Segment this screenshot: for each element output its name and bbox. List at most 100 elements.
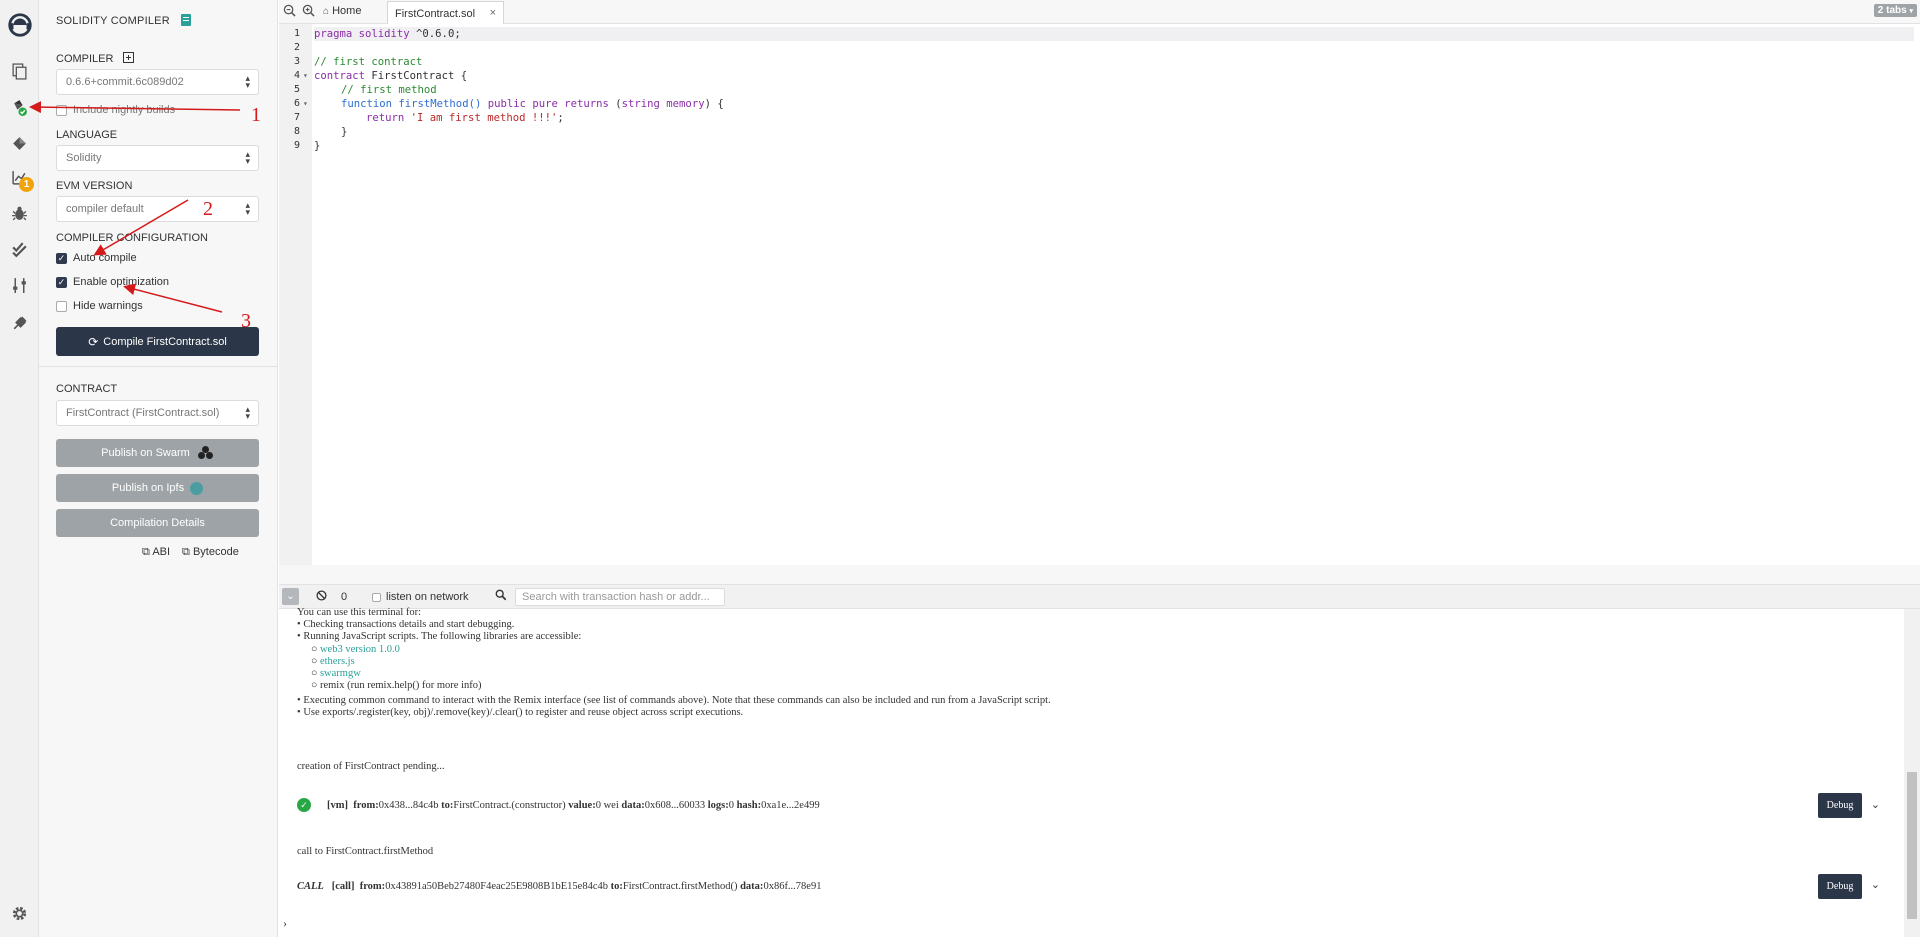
auto-compile-checkbox[interactable]: ✓ [56,252,67,264]
plugin-icon[interactable] [0,308,39,338]
lib-link-ethers[interactable]: ethers.js [320,656,355,667]
evm-version-label: EVM VERSION [56,180,133,192]
terminal-prompt[interactable]: › [283,916,287,931]
evm-version-value: compiler default [66,203,144,215]
chevron-down-icon[interactable]: ⌄ [1871,798,1880,811]
close-icon[interactable]: × [490,7,496,19]
home-tab[interactable]: ⌂ Home [323,5,361,17]
language-select[interactable]: Solidity ▴ ▾ [56,145,259,171]
line-number: 1 [279,27,312,41]
search-icon [495,589,507,604]
tx-field-label: logs: [707,800,729,811]
debugger-icon[interactable] [0,198,39,228]
nightly-checkbox[interactable] [56,104,67,116]
success-check-icon: ✓ [297,798,311,812]
contract-label: CONTRACT [56,383,118,395]
publish-ipfs-button[interactable]: Publish on Ipfs [56,474,259,502]
chevron-down-icon[interactable]: ⌄ [1871,878,1880,891]
file-tab-firstcontract[interactable]: FirstContract.sol × [387,1,504,24]
terminal-lib-item: ○ remix (run remix.help() for more info) [311,680,482,691]
tx-search-input[interactable]: Search with transaction hash or addr... [515,588,725,606]
deploy-run-icon[interactable] [0,128,39,158]
nightly-builds-option[interactable]: Include nightly builds [56,104,175,116]
collapse-terminal-icon[interactable]: ⌄ [282,588,299,605]
pending-message: creation of FirstContract pending... [297,761,445,772]
copy-bytecode-link[interactable]: ⧉ Bytecode [182,546,239,559]
debug-button[interactable]: Debug [1818,874,1862,899]
auto-compile-option[interactable]: ✓ Auto compile [56,252,137,264]
publish-swarm-button[interactable]: Publish on Swarm [56,439,259,467]
listen-network-option[interactable]: listen on network [372,591,469,603]
select-arrows-icon: ▴ ▾ [245,149,250,166]
language-value: Solidity [66,152,102,164]
compiler-config-label: COMPILER CONFIGURATION [56,232,208,244]
add-compiler-icon[interactable] [122,52,134,63]
tx-value: 0 wei [595,800,619,811]
code-comment: // first contract [314,56,423,68]
file-explorer-icon[interactable] [0,56,39,86]
code-text: ) { [704,98,724,110]
settings-sliders-icon[interactable] [0,270,39,300]
tx-to: FirstContract.(constructor) [453,800,566,811]
line-number-text: 5 [294,84,301,95]
optimization-label: Enable optimization [73,276,170,288]
code-text: ( [608,98,622,110]
code-line: } [314,139,320,153]
compiler-version-value: 0.6.6+commit.6c089d02 [66,76,184,88]
optimization-checkbox[interactable]: ✓ [56,276,67,288]
code-text: ^0.6.0; [409,28,461,40]
scrollbar-thumb[interactable] [1907,772,1917,919]
tx-log-row[interactable]: ✓ [vm] from:0x438...84c4b to:FirstContra… [279,793,1904,825]
lib-link-web3[interactable]: web3 version 1.0.0 [320,644,400,655]
auto-compile-label: Auto compile [73,252,137,264]
copy-abi-link[interactable]: ⧉ ABI [142,546,170,559]
line-number-text: 4 [294,70,301,81]
lib-link-swarmgw[interactable]: swarmgw [320,668,361,679]
terminal-scrollbar[interactable] [1904,609,1920,937]
settings-gear-icon[interactable] [0,898,39,928]
enable-optimization-option[interactable]: ✓ Enable optimization [56,276,169,288]
caret-down-icon: ▾ [1909,8,1913,15]
code-editor[interactable]: pragma solidity ^0.6.0; // first contrac… [314,24,1914,565]
remix-logo-icon[interactable] [0,6,39,44]
tx-data: 0x86f...78e91 [763,881,822,892]
doc-icon[interactable] [181,14,192,26]
debug-button[interactable]: Debug [1818,793,1862,818]
contract-select[interactable]: FirstContract (FirstContract.sol) ▴ ▾ [56,400,259,426]
zoom-in-icon[interactable] [302,4,316,18]
compilation-details-button[interactable]: Compilation Details [56,509,259,537]
terminal-bullet: • Use exports/.register(key, obj)/.remov… [297,707,744,718]
hide-warnings-option[interactable]: Hide warnings [56,300,143,312]
tx-field-label: value: [568,800,596,811]
fold-icon[interactable]: ▾ [303,97,308,111]
call-tag: CALL [297,881,324,892]
compiler-version-select[interactable]: 0.6.6+commit.6c089d02 ▴ ▾ [56,69,259,95]
listen-network-checkbox[interactable] [372,592,381,602]
terminal-bullet-text: Executing common command to interact wit… [303,695,1051,706]
hide-warnings-checkbox[interactable] [56,300,67,312]
tabs-count-badge[interactable]: 2 tabs ▾ [1873,4,1917,17]
ipfs-icon [190,481,204,495]
copy-icon: ⧉ [142,546,150,558]
icon-rail: 1 [0,0,39,937]
tx-data: 0x608...60033 [644,800,706,811]
solidity-compiler-icon[interactable] [0,92,39,122]
compiler-label: COMPILER [56,52,134,65]
code-type: string memory [621,98,705,110]
file-tab-label: FirstContract.sol [395,8,476,20]
testing-icon[interactable] [0,234,39,264]
code-text: FirstContract { [365,70,468,82]
terminal-bullet-text: Checking transactions details and start … [303,619,515,630]
line-number-text: 7 [294,112,301,123]
clear-console-icon[interactable] [316,590,327,604]
code-text: } [341,126,348,138]
evm-version-select[interactable]: compiler default ▴ ▾ [56,196,259,222]
zoom-out-icon[interactable] [283,4,297,18]
compile-button[interactable]: ⟳ Compile FirstContract.sol [56,327,259,356]
refresh-icon: ⟳ [88,334,99,349]
call-log-row[interactable]: CALL [call] from:0x43891a50Beb27480F4eac… [279,874,1904,911]
line-number-text: 6 [294,98,301,109]
fold-icon[interactable]: ▾ [303,69,308,83]
compiler-panel: SOLIDITY COMPILER COMPILER 0.6.6+commit.… [39,0,278,937]
pending-tx-count: 0 [341,591,348,603]
